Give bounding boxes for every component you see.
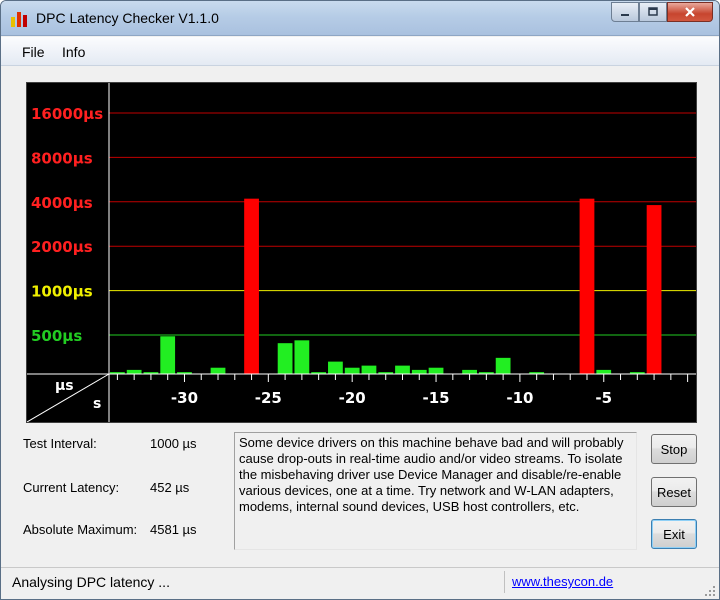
window-title: DPC Latency Checker V1.1.0 [36, 10, 219, 26]
absolute-maximum-value: 4581 µs [150, 522, 197, 537]
bar [395, 365, 410, 374]
minimize-icon [621, 14, 629, 16]
y-tick-label: 1000µs [31, 283, 93, 301]
window-controls [611, 2, 713, 22]
bar [596, 369, 612, 374]
menu-file[interactable]: File [22, 44, 45, 60]
menu-info[interactable]: Info [62, 44, 85, 60]
x-tick-label: -25 [255, 389, 282, 407]
title-bar[interactable]: DPC Latency Checker V1.1.0 [1, 1, 719, 36]
bar [361, 365, 377, 374]
bar [294, 340, 310, 374]
minimize-button[interactable] [611, 2, 639, 22]
bar [344, 367, 360, 374]
bar [646, 205, 662, 374]
bar [277, 343, 293, 374]
bar [160, 336, 176, 374]
current-latency-value: 452 µs [150, 480, 190, 495]
menu-bar: File Info [1, 37, 719, 66]
latency-chart: 16000µs 8000µs 4000µs 2000µs 1000µs 500µs -30 -… [26, 82, 697, 423]
bar [126, 369, 142, 374]
bar [495, 357, 511, 374]
warning-message: Some device drivers on this machine beha… [234, 432, 637, 550]
y-tick-label: 8000µs [31, 149, 93, 167]
y-tick-label: 4000µs [31, 194, 93, 212]
exit-button[interactable]: Exit [651, 519, 697, 549]
x-tick-label: -5 [595, 389, 612, 407]
bar [579, 198, 595, 374]
close-icon [685, 7, 695, 17]
test-interval-value: 1000 µs [150, 436, 197, 451]
current-latency-label: Current Latency: [23, 480, 120, 495]
app-window: DPC Latency Checker V1.1.0 File Info 160… [0, 0, 720, 600]
stop-button[interactable]: Stop [651, 434, 697, 464]
bar [462, 369, 477, 374]
bar [411, 369, 427, 374]
website-link[interactable]: www.thesycon.de [512, 574, 613, 589]
x-tick-label: -20 [339, 389, 366, 407]
bar [244, 198, 259, 374]
status-bar: Analysing DPC latency ... www.thesycon.d… [1, 567, 719, 599]
bar [328, 361, 343, 374]
status-divider [504, 571, 505, 593]
y-tick-label: 16000µs [31, 105, 103, 123]
y-tick-label: 500µs [31, 327, 82, 345]
x-axis-unit-label: s [93, 396, 101, 412]
resize-grip-icon[interactable] [704, 585, 716, 597]
latency-chart-svg: 16000µs 8000µs 4000µs 2000µs 1000µs 500µs -30 -… [27, 83, 696, 422]
absolute-maximum-label: Absolute Maximum: [23, 522, 138, 537]
maximize-icon [648, 7, 658, 16]
status-text: Analysing DPC latency ... [12, 574, 170, 590]
app-icon [11, 10, 29, 27]
bar [428, 367, 444, 374]
x-tick-label: -15 [422, 389, 449, 407]
x-tick-label: -10 [506, 389, 533, 407]
x-tick-label: -30 [171, 389, 198, 407]
y-axis-unit-label: µs [55, 378, 74, 394]
reset-button[interactable]: Reset [651, 477, 697, 507]
close-button[interactable] [667, 2, 713, 22]
test-interval-label: Test Interval: [23, 436, 97, 451]
bar [210, 367, 226, 374]
maximize-button[interactable] [639, 2, 667, 22]
y-tick-label: 2000µs [31, 238, 93, 256]
